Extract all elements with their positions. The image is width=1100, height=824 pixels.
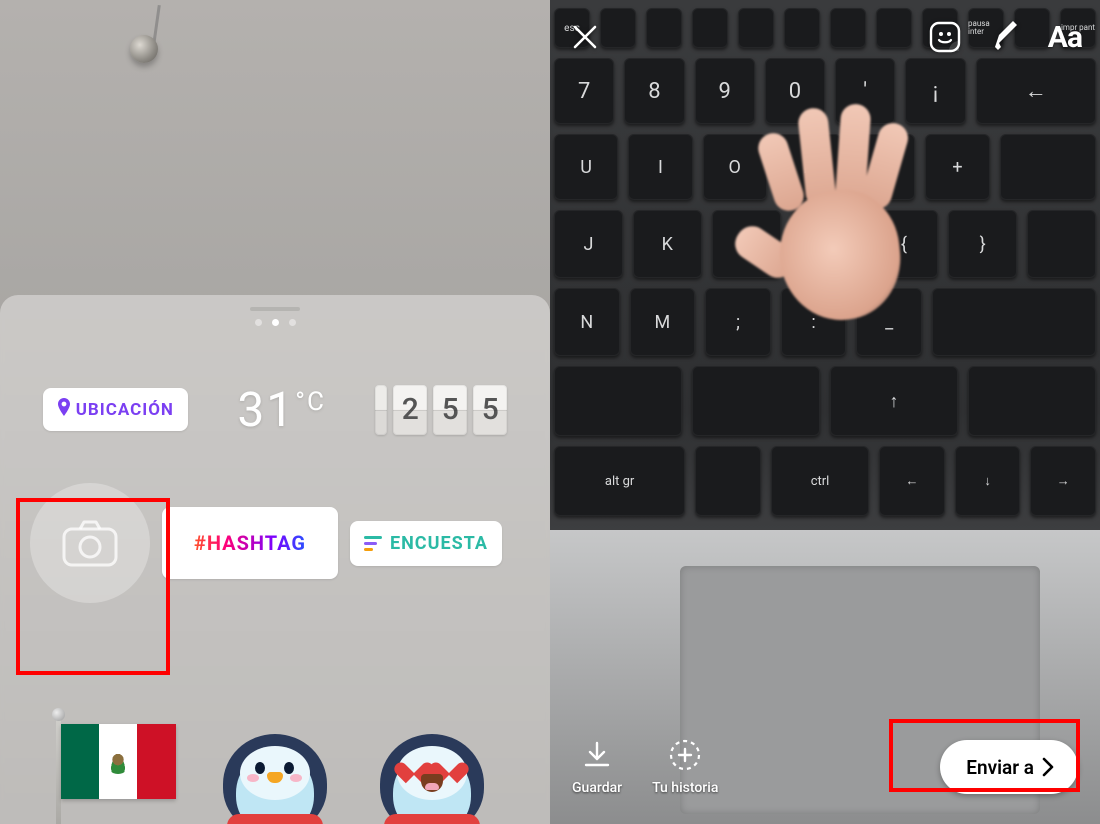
sticker-row — [0, 724, 550, 824]
text-tool-button[interactable]: Aa — [1048, 20, 1082, 55]
key — [692, 366, 820, 436]
poll-sticker[interactable]: ENCUESTA — [350, 521, 502, 566]
draw-marker-icon — [989, 21, 1021, 53]
key — [1027, 210, 1096, 278]
key: alt gr — [554, 446, 685, 516]
your-story-button[interactable]: Tu historia — [652, 738, 718, 796]
photo-background-keyboard: esc pausa inter impr pant 7 8 9 0 ' ¡ ← … — [550, 0, 1100, 824]
page-dot-active — [272, 319, 279, 326]
key: I — [628, 134, 692, 200]
location-sticker-label: UBICACIÓN — [76, 400, 174, 420]
key: 9 — [695, 58, 755, 124]
key: ¡ — [905, 58, 965, 124]
send-to-label: Enviar a — [966, 756, 1034, 779]
key: 8 — [624, 58, 684, 124]
story-editor-bottom-bar: Guardar Tu historia Enviar a — [550, 738, 1100, 796]
temperature-unit: °C — [295, 387, 326, 417]
drawer-page-indicator — [0, 319, 550, 326]
keyboard-row: alt gr ctrl ← ↓ → — [550, 446, 1100, 516]
save-button[interactable]: Guardar — [572, 738, 622, 796]
ceiling-photo-detail — [130, 35, 158, 63]
flag-sticker-mexico[interactable] — [61, 724, 176, 824]
key: ` — [851, 134, 915, 200]
flip-card: 5 — [433, 385, 467, 435]
sticker-row: UBICACIÓN 31°C 2 5 5 — [0, 381, 550, 438]
key: K — [633, 210, 702, 278]
temperature-value: 31 — [237, 381, 295, 438]
flip-card: 2 — [393, 385, 427, 435]
flag-pole-knob — [52, 708, 65, 721]
key: ↓ — [955, 446, 1021, 516]
key: M — [630, 288, 696, 356]
poll-sticker-label: ENCUESTA — [390, 533, 488, 554]
key: { — [869, 210, 938, 278]
chevron-right-icon — [1040, 757, 1056, 777]
key — [554, 366, 682, 436]
keyboard-row: J K L Ñ { } — [550, 210, 1100, 278]
poll-bars-icon — [364, 536, 382, 551]
key: U — [554, 134, 618, 200]
key: L — [712, 210, 781, 278]
camera-icon — [62, 519, 118, 567]
send-to-button[interactable]: Enviar a — [940, 740, 1078, 794]
add-story-icon — [668, 738, 702, 772]
keyboard-row: 7 8 9 0 ' ¡ ← — [550, 58, 1100, 124]
key: → — [1030, 446, 1096, 516]
key: Ñ — [791, 210, 860, 278]
key: N — [554, 288, 620, 356]
temperature-sticker[interactable]: 31°C — [237, 381, 326, 438]
keyboard-row: U I O P ` + — [550, 134, 1100, 200]
close-icon — [572, 24, 598, 50]
keyboard-row: ↑ — [550, 366, 1100, 436]
text-tool-label: Aa — [1048, 20, 1082, 55]
location-sticker[interactable]: UBICACIÓN — [43, 388, 188, 431]
key: + — [925, 134, 989, 200]
draw-button[interactable] — [988, 20, 1022, 54]
key — [932, 288, 1096, 356]
key: ctrl — [771, 446, 869, 516]
sticker-row: #HASHTAG ENCUESTA — [0, 483, 550, 603]
penguin-sticker[interactable] — [217, 724, 332, 824]
key — [968, 366, 1096, 436]
close-button[interactable] — [568, 20, 602, 54]
download-icon — [580, 738, 614, 772]
penguin-hearteyes-sticker[interactable] — [374, 724, 489, 824]
key: O — [703, 134, 767, 200]
save-label: Guardar — [572, 780, 622, 796]
key — [1000, 134, 1096, 200]
page-dot — [289, 319, 296, 326]
story-stickers-screen: UBICACIÓN 31°C 2 5 5 #HAS — [0, 0, 550, 824]
story-editor-toolbar: Aa — [550, 14, 1100, 60]
mexico-flag-icon — [61, 724, 176, 799]
sticker-drawer[interactable]: UBICACIÓN 31°C 2 5 5 #HAS — [0, 295, 550, 824]
key — [695, 446, 761, 516]
key: J — [554, 210, 623, 278]
location-pin-icon — [57, 398, 71, 421]
story-editor-screen: esc pausa inter impr pant 7 8 9 0 ' ¡ ← … — [550, 0, 1100, 824]
key: 7 — [554, 58, 614, 124]
key: _ — [856, 288, 922, 356]
key: ← — [976, 58, 1097, 124]
hashtag-sticker-label: #HASHTAG — [178, 519, 322, 567]
stickers-button[interactable] — [928, 20, 962, 54]
key: P — [777, 134, 841, 200]
keyboard-row: N M ; : _ — [550, 288, 1100, 356]
key: ; — [705, 288, 771, 356]
time-sticker[interactable]: 2 5 5 — [375, 385, 507, 435]
camera-sticker[interactable] — [30, 483, 150, 603]
key: ' — [835, 58, 895, 124]
page-dot — [255, 319, 262, 326]
key: } — [948, 210, 1017, 278]
hashtag-sticker[interactable]: #HASHTAG — [162, 507, 338, 579]
flip-card-blank — [375, 385, 387, 435]
key: 0 — [765, 58, 825, 124]
flip-card: 5 — [473, 385, 507, 435]
key: ← — [879, 446, 945, 516]
sticker-smiley-icon — [929, 21, 961, 53]
key: : — [781, 288, 847, 356]
drawer-handle[interactable] — [250, 307, 300, 311]
key: ↑ — [830, 366, 958, 436]
your-story-label: Tu historia — [652, 780, 718, 796]
